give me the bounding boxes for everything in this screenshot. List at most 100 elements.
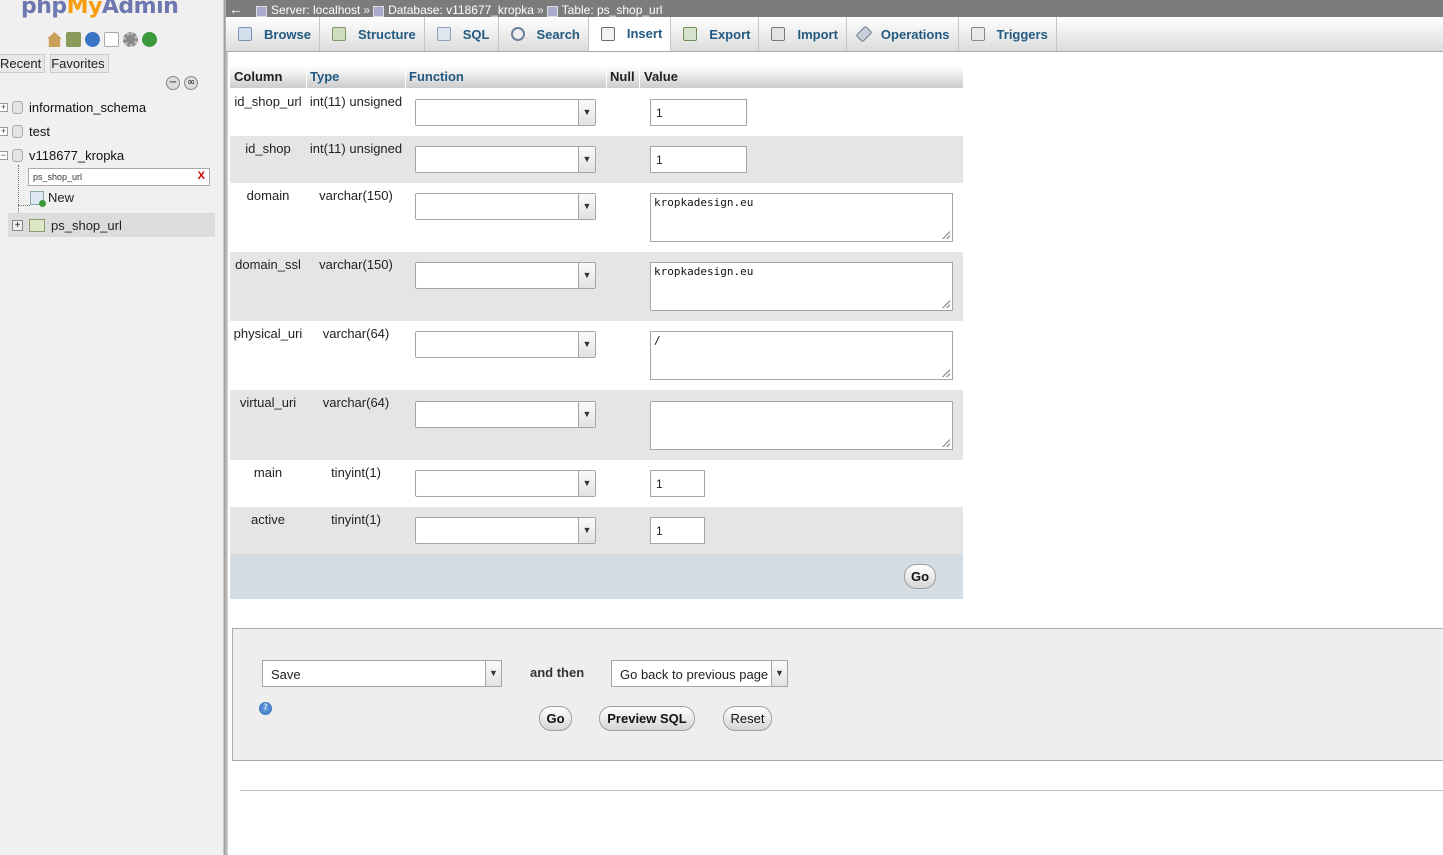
table-row: physical_uri varchar(64) ▼ / (230, 321, 963, 390)
function-select[interactable]: ▼ (415, 470, 596, 497)
reload-icon[interactable] (142, 32, 157, 47)
value-input[interactable]: 1 (650, 99, 747, 126)
tab-export[interactable]: Export (671, 17, 760, 51)
chevron-down-icon: ▼ (578, 518, 595, 543)
documentation-icon[interactable] (104, 32, 119, 47)
function-select[interactable]: ▼ (415, 517, 596, 544)
go-button[interactable]: Go (539, 706, 572, 731)
insert-icon (600, 26, 615, 41)
table-icon[interactable] (29, 218, 45, 232)
tree-line (18, 205, 30, 206)
clear-filter-button[interactable]: X (198, 170, 205, 182)
tab-import[interactable]: Import (759, 17, 847, 51)
collapse-controls: − ∞ (166, 76, 198, 90)
breadcrumb-separator: » (536, 3, 544, 17)
database-icon (12, 148, 23, 162)
insert-go-button[interactable]: Go (904, 564, 936, 589)
function-select[interactable]: ▼ (415, 262, 596, 289)
settings-icon[interactable] (123, 32, 138, 47)
header-function[interactable]: Function (409, 69, 464, 84)
export-icon (683, 27, 698, 41)
value-textarea[interactable] (650, 401, 953, 450)
resize-grip-icon[interactable] (942, 369, 950, 377)
db-item-information-schema[interactable]: + information_schema (0, 97, 146, 117)
navigation-panel: phpMyAdmin Recent Favorites − ∞ + inform… (0, 0, 224, 855)
link-with-main-icon[interactable]: ∞ (184, 76, 198, 90)
preview-sql-button[interactable]: Preview SQL (599, 706, 695, 731)
expand-icon[interactable]: + (0, 126, 8, 136)
table-icon (546, 6, 558, 17)
db-item-v118677-kropka[interactable]: − v118677_kropka (0, 145, 124, 165)
resize-grip-icon[interactable] (942, 300, 950, 308)
triggers-icon (970, 27, 985, 41)
home-icon[interactable] (47, 32, 62, 47)
database-icon (12, 124, 23, 138)
tab-search[interactable]: Search (499, 17, 589, 51)
expand-icon[interactable]: + (0, 102, 8, 112)
function-select[interactable]: ▼ (415, 331, 596, 358)
db-item-label: information_schema (29, 99, 147, 115)
db-item-test[interactable]: + test (0, 121, 50, 141)
after-insert-select[interactable]: Go back to previous page ▼ (611, 660, 788, 687)
breadcrumb-database[interactable]: Database: v118677_kropka (388, 3, 534, 17)
table-item-label[interactable]: ps_shop_url (51, 218, 122, 233)
collapse-all-icon[interactable]: − (166, 76, 180, 90)
column-name: physical_uri (233, 326, 303, 341)
collapse-icon[interactable]: − (0, 150, 8, 160)
database-icon (373, 6, 385, 17)
tab-structure[interactable]: Structure (320, 17, 425, 51)
help-icon[interactable] (85, 32, 100, 47)
table-row: active tinyint(1) ▼ 1 (230, 507, 963, 554)
column-name: domain (246, 188, 290, 203)
column-name: active (251, 512, 285, 527)
table-header: Column Type Function Null Value (230, 66, 963, 88)
insert-action-fieldset: Save ▼ and then Go back to previous page… (232, 628, 1443, 761)
phpmyadmin-logo[interactable]: phpMyAdmin (21, 0, 179, 19)
table-filter-input[interactable]: ps_shop_url X (28, 168, 210, 186)
db-item-label: test (29, 123, 50, 139)
column-type: int(11) unsigned (309, 141, 403, 156)
function-select[interactable]: ▼ (415, 99, 596, 126)
value-input[interactable]: 1 (650, 517, 705, 544)
reset-button[interactable]: Reset (723, 706, 772, 731)
value-input[interactable]: 1 (650, 470, 705, 497)
table-item-ps-shop-url[interactable]: + ps_shop_url (8, 213, 215, 237)
tab-browse[interactable]: Browse (226, 17, 320, 51)
breadcrumb-table[interactable]: Table: ps_shop_url (562, 3, 663, 17)
column-type: varchar(150) (319, 188, 393, 203)
value-input[interactable]: 1 (650, 146, 747, 173)
function-select[interactable]: ▼ (415, 193, 596, 220)
breadcrumb-server[interactable]: Server: localhost (271, 3, 360, 17)
tab-operations[interactable]: Operations (847, 17, 959, 51)
value-textarea[interactable]: kropkadesign.eu (650, 193, 953, 242)
tab-sql[interactable]: SQL (425, 17, 499, 51)
value-textarea[interactable]: kropkadesign.eu (650, 262, 953, 311)
nav-tabs: Recent Favorites (0, 54, 109, 73)
tab-insert[interactable]: Insert (588, 17, 672, 51)
back-arrow-icon[interactable]: ← (226, 1, 246, 17)
header-type[interactable]: Type (310, 69, 339, 84)
sql-icon (436, 27, 451, 41)
chevron-down-icon: ▼ (578, 402, 595, 427)
column-name: main (253, 465, 283, 480)
nav-tab-recent[interactable]: Recent (0, 54, 46, 73)
database-icon[interactable] (66, 32, 81, 47)
header-divider (606, 66, 607, 88)
value-textarea[interactable]: / (650, 331, 953, 380)
tab-triggers[interactable]: Triggers (959, 17, 1057, 51)
chevron-down-icon: ▼ (771, 661, 787, 686)
expand-icon[interactable]: + (12, 219, 23, 231)
table-row: main tinyint(1) ▼ 1 (230, 460, 963, 507)
nav-tab-favorites[interactable]: Favorites (50, 54, 109, 73)
column-name: id_shop (245, 141, 291, 156)
chevron-down-icon: ▼ (578, 147, 595, 172)
help-icon[interactable]: ? (259, 702, 272, 715)
table-row: id_shop int(11) unsigned ▼ 1 (230, 136, 963, 183)
function-select[interactable]: ▼ (415, 146, 596, 173)
new-table-link[interactable]: New (30, 190, 74, 207)
resize-grip-icon[interactable] (942, 231, 950, 239)
resize-grip-icon[interactable] (942, 439, 950, 447)
action-select[interactable]: Save ▼ (262, 660, 502, 687)
function-select[interactable]: ▼ (415, 401, 596, 428)
nav-resize-handle[interactable] (224, 0, 228, 855)
